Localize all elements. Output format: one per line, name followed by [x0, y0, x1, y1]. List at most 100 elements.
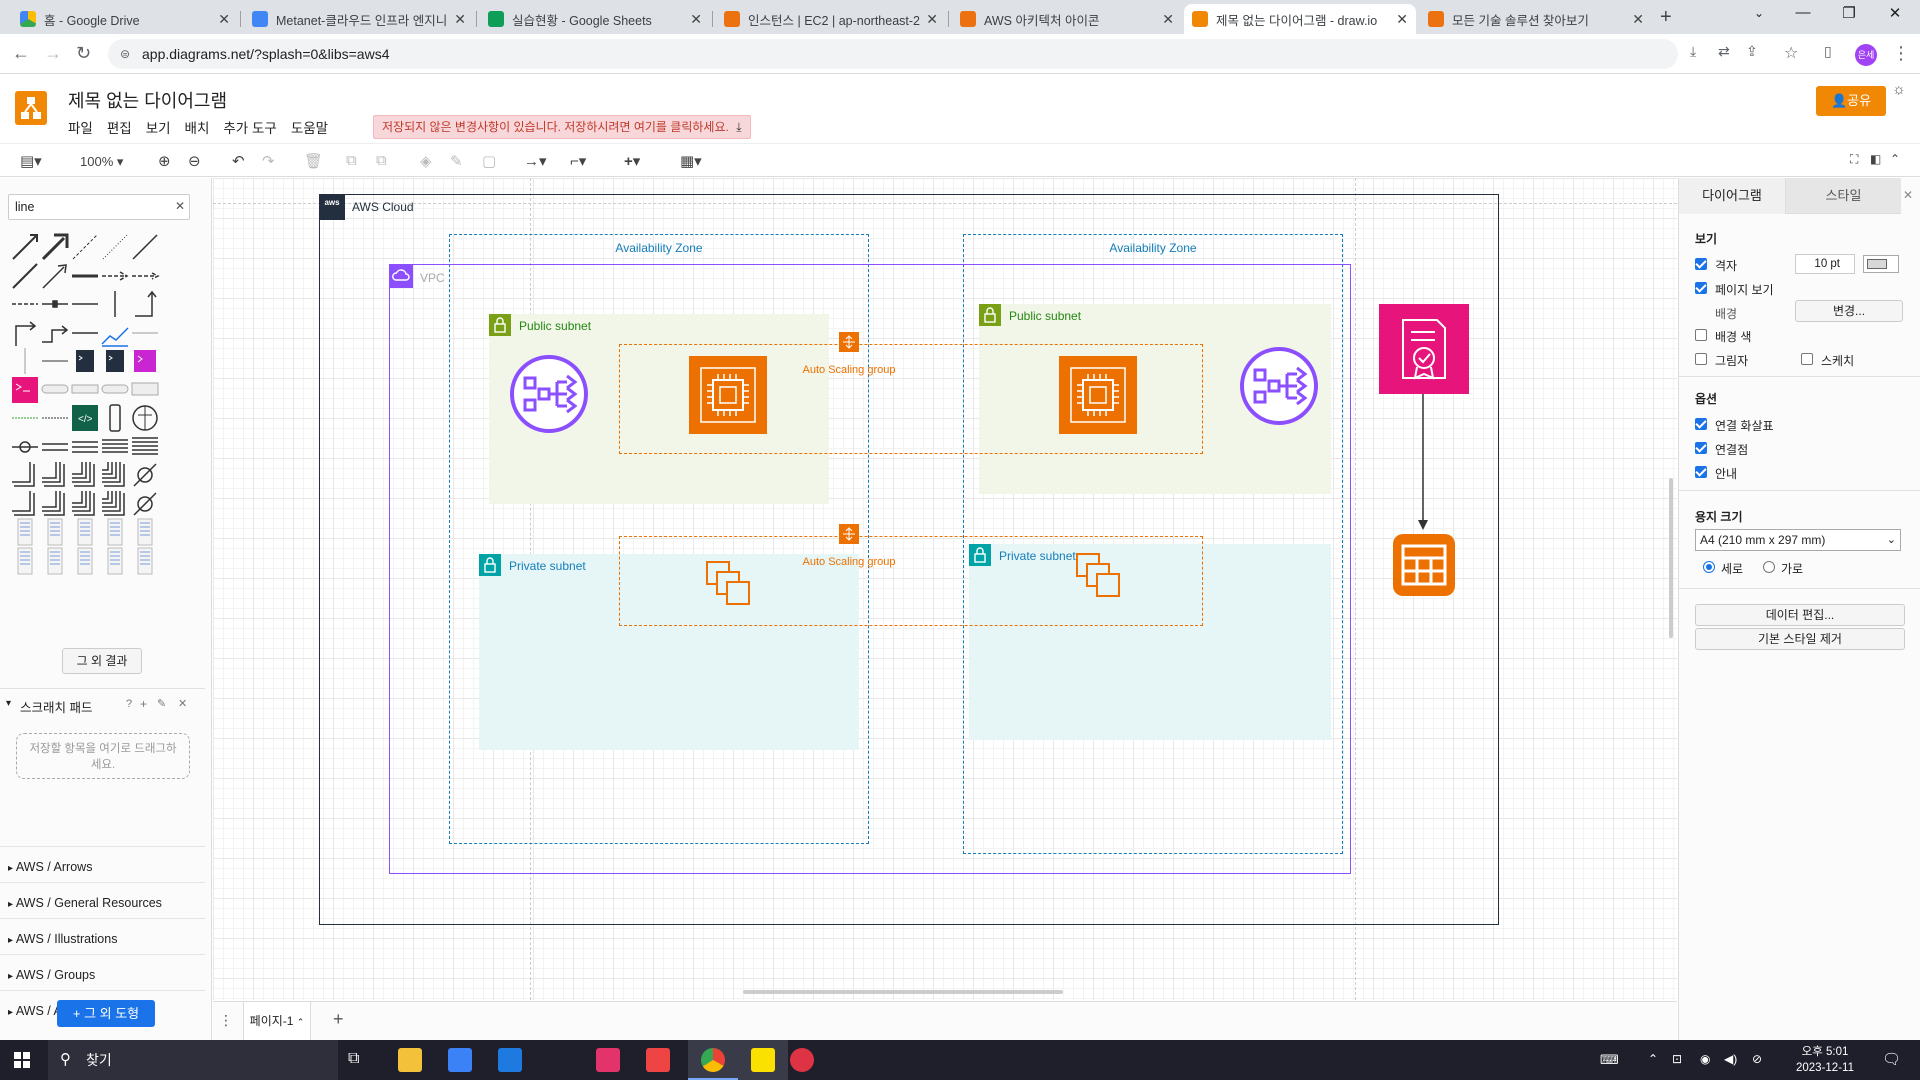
- library-item[interactable]: ▸ AWS / Illustrations: [0, 918, 205, 952]
- shape-item[interactable]: [130, 261, 160, 291]
- change-background-button[interactable]: 변경...: [1795, 300, 1903, 322]
- new-tab-button[interactable]: +: [1660, 6, 1672, 29]
- edit-pencil-icon[interactable]: ✎: [157, 697, 166, 710]
- shape-item[interactable]: [70, 375, 100, 405]
- shape-item[interactable]: [70, 517, 100, 547]
- page-view-checkbox[interactable]: [1695, 282, 1707, 294]
- shape-item[interactable]: [100, 403, 130, 433]
- page-tab[interactable]: 페이지-1 ⌃: [243, 1002, 311, 1040]
- reload-icon[interactable]: ↻: [76, 43, 91, 64]
- add-page-button[interactable]: +: [333, 1009, 344, 1030]
- unsaved-changes-banner[interactable]: 저장되지 않은 변경사항이 있습니다. 저장하시려면 여기를 클릭하세요. ⤓: [373, 115, 751, 139]
- zoom-out-icon[interactable]: ⊖: [188, 152, 201, 170]
- browser-tab[interactable]: 모든 기술 솔루션 찾아보기 ✕: [1420, 4, 1652, 34]
- guides-checkbox[interactable]: [1695, 466, 1707, 478]
- menu-item[interactable]: 편집: [107, 117, 132, 137]
- shape-item[interactable]: [100, 261, 130, 291]
- theme-sun-icon[interactable]: ☼: [1892, 81, 1906, 98]
- edit-data-button[interactable]: 데이터 편집...: [1695, 604, 1905, 626]
- close-icon[interactable]: ✕: [690, 11, 702, 28]
- file-explorer-icon[interactable]: [398, 1048, 422, 1072]
- shape-item[interactable]: [130, 232, 160, 262]
- pages-menu-icon[interactable]: ⋮: [219, 1012, 233, 1029]
- close-icon[interactable]: ✕: [1632, 11, 1644, 28]
- app-sync-icon[interactable]: [646, 1048, 670, 1072]
- to-front-icon[interactable]: ⧉: [346, 152, 357, 169]
- background-color-checkbox[interactable]: [1695, 329, 1707, 341]
- shape-item[interactable]: [100, 546, 130, 576]
- shape-item[interactable]: [10, 232, 40, 262]
- shape-item[interactable]: [100, 489, 130, 519]
- fullscreen-icon[interactable]: ⛶: [1850, 152, 1858, 167]
- back-icon[interactable]: ←: [12, 43, 30, 64]
- shape-item[interactable]: [130, 375, 160, 405]
- vertical-scrollbar[interactable]: [1669, 478, 1673, 638]
- app-icon[interactable]: [790, 1048, 814, 1072]
- shape-item[interactable]: [10, 346, 40, 376]
- shape-item[interactable]: [70, 289, 100, 319]
- shape-item[interactable]: [100, 375, 130, 405]
- shape-item[interactable]: [10, 261, 40, 291]
- taskbar-search[interactable]: ⚲ 찾기: [48, 1040, 338, 1080]
- close-panel-icon[interactable]: ✕: [1903, 188, 1913, 202]
- volume-icon[interactable]: ◀): [1724, 1052, 1737, 1066]
- zoom-level[interactable]: 100% ▾: [80, 154, 123, 170]
- notification-icon[interactable]: 🗨: [1882, 1050, 1901, 1068]
- clear-default-style-button[interactable]: 기본 스타일 제거: [1695, 628, 1905, 650]
- close-icon[interactable]: ✕: [178, 697, 187, 710]
- tab-search-chevron-icon[interactable]: ⌄: [1736, 6, 1782, 20]
- shape-item[interactable]: [70, 546, 100, 576]
- shape-item[interactable]: [10, 403, 40, 433]
- browser-tab[interactable]: 홈 - Google Drive ✕: [12, 4, 238, 34]
- site-info-icon[interactable]: ⊜: [120, 39, 130, 69]
- elastic-load-balancer-icon[interactable]: [509, 354, 589, 434]
- collapse-triangle-icon[interactable]: ▾: [6, 698, 11, 709]
- shape-item[interactable]: [10, 489, 40, 519]
- shape-item[interactable]: [100, 232, 130, 262]
- more-results-button[interactable]: 그 외 결과: [62, 648, 142, 674]
- shape-item[interactable]: [40, 261, 70, 291]
- horizontal-scrollbar[interactable]: [743, 990, 1063, 994]
- shape-item[interactable]: [70, 489, 100, 519]
- shape-item[interactable]: [130, 546, 160, 576]
- grid-service-icon[interactable]: [1393, 534, 1455, 596]
- share-button[interactable]: 👤공유: [1816, 86, 1886, 116]
- library-item[interactable]: ▸ AWS / General Resources: [0, 882, 205, 916]
- shape-item[interactable]: [100, 289, 130, 319]
- close-icon[interactable]: ✕: [218, 11, 230, 28]
- shape-item[interactable]: [130, 489, 160, 519]
- shape-item[interactable]: [40, 318, 70, 348]
- close-icon[interactable]: ✕: [1396, 11, 1408, 28]
- close-icon[interactable]: ✕: [454, 11, 466, 28]
- store-icon[interactable]: [448, 1048, 472, 1072]
- redo-icon[interactable]: ↷: [262, 152, 275, 170]
- close-icon[interactable]: ✕: [1162, 11, 1174, 28]
- shape-item[interactable]: [100, 432, 130, 462]
- shape-item[interactable]: [130, 432, 160, 462]
- shape-search-input[interactable]: line ✕: [8, 194, 190, 220]
- grid-checkbox[interactable]: [1695, 258, 1707, 270]
- grid-color-picker[interactable]: [1863, 255, 1899, 273]
- shape-item[interactable]: [40, 232, 70, 262]
- shape-item[interactable]: [130, 289, 160, 319]
- tab-style[interactable]: 스타일: [1785, 178, 1901, 214]
- undo-icon[interactable]: ↶: [232, 152, 245, 170]
- fill-color-icon[interactable]: ◈: [420, 152, 432, 170]
- task-view-icon[interactable]: ⧉: [348, 1050, 359, 1068]
- landscape-radio[interactable]: [1763, 561, 1775, 573]
- zoom-in-icon[interactable]: ⊕: [158, 152, 171, 170]
- portrait-radio[interactable]: [1703, 561, 1715, 573]
- app-icon[interactable]: [596, 1048, 620, 1072]
- shape-item[interactable]: [130, 403, 160, 433]
- library-item[interactable]: ▸ AWS / Arrows: [0, 846, 205, 880]
- shape-item[interactable]: [100, 460, 130, 490]
- kakaotalk-taskbar-button[interactable]: [738, 1040, 788, 1080]
- menu-item[interactable]: 보기: [146, 117, 171, 137]
- browser-tab[interactable]: AWS 아키텍처 아이콘 ✕: [952, 4, 1182, 34]
- ec2-instance-icon[interactable]: [1059, 356, 1137, 434]
- document-title[interactable]: 제목 없는 다이어그램: [68, 87, 227, 113]
- profile-avatar[interactable]: 은세: [1855, 44, 1877, 66]
- instances-icon[interactable]: [703, 558, 757, 612]
- shape-item[interactable]: [10, 375, 40, 405]
- shape-item[interactable]: [10, 546, 40, 576]
